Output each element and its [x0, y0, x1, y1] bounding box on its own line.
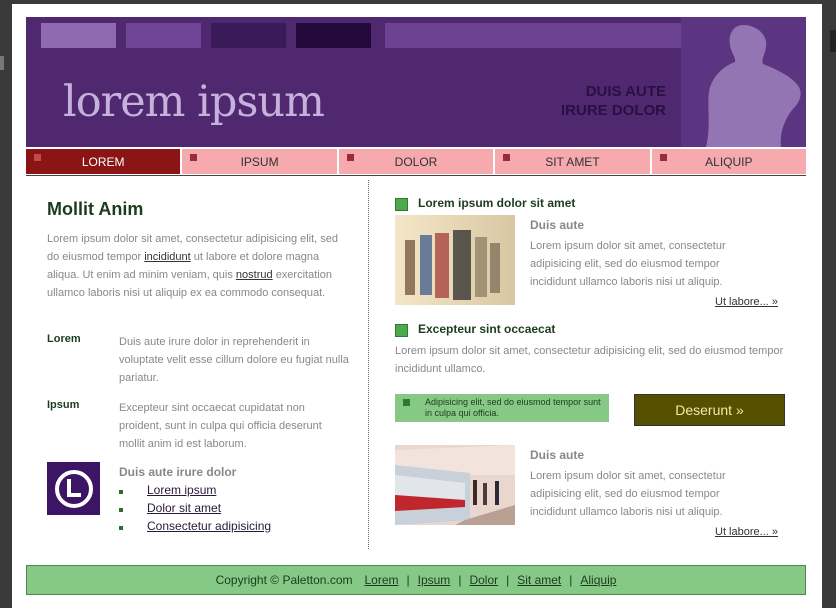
definition-term: Lorem — [47, 333, 81, 345]
note-text: Adipisicing elit, sed do eiusmod tempor … — [425, 397, 601, 418]
link-consectetur[interactable]: Consectetur adipisicing — [147, 519, 271, 533]
train-photo-image — [395, 445, 515, 525]
links-title: Duis aute irure dolor — [119, 465, 237, 479]
column-divider — [368, 180, 369, 549]
definition-ipsum: Ipsum Excepteur sint occaecat cupidatat … — [47, 399, 357, 459]
woman-silhouette-image — [681, 17, 806, 147]
nav-item-label: IPSUM — [240, 154, 279, 169]
site-header: lorem ipsum DUIS AUTE IRURE DOLOR — [26, 17, 806, 147]
nav-item-ipsum[interactable]: IPSUM — [182, 149, 337, 174]
footer-link-lorem[interactable]: Lorem — [364, 573, 398, 587]
header-color-block-3 — [211, 23, 286, 48]
clock-icon-tile — [47, 462, 100, 515]
window-edge-tab — [0, 56, 4, 70]
note-box: Adipisicing elit, sed do eiusmod tempor … — [395, 394, 609, 422]
footer-separator: | — [569, 573, 573, 587]
section-heading: Mollit Anim — [47, 199, 144, 219]
footer-link-aliquip[interactable]: Aliquip — [580, 573, 616, 587]
note-bullet-icon — [403, 399, 410, 406]
item-text-2: Lorem ipsum dolor sit amet, consectetur … — [530, 470, 726, 518]
intro-link-incididunt[interactable]: incididunt — [144, 251, 190, 263]
footer-separator: | — [506, 573, 510, 587]
item-title-1: Duis aute — [530, 218, 585, 232]
link-dolor-sit-amet[interactable]: Dolor sit amet — [147, 501, 221, 515]
nav-item-sit-amet[interactable]: SIT AMET — [495, 149, 650, 174]
nav-item-label: DOLOR — [394, 154, 438, 169]
crowd-photo-image — [395, 215, 515, 305]
definition-desc: Duis aute irure dolor in reprehenderit i… — [119, 336, 349, 384]
copyright-text: Copyright © Paletton.com — [215, 573, 353, 587]
nav-bullet-icon — [659, 154, 667, 161]
list-item: Consectetur adipisicing — [119, 519, 271, 537]
intro-paragraph: Lorem ipsum dolor sit amet, consectetur … — [47, 230, 347, 302]
deserunt-button[interactable]: Deserunt » — [634, 394, 785, 426]
footer-link-dolor[interactable]: Dolor — [469, 573, 498, 587]
list-item: Dolor sit amet — [119, 501, 271, 519]
page-canvas: lorem ipsum DUIS AUTE IRURE DOLOR LOREM … — [12, 4, 822, 608]
clock-icon — [54, 469, 93, 508]
nav-bullet-icon — [190, 154, 198, 161]
left-column: Mollit Anim Lorem ipsum dolor sit amet, … — [47, 199, 347, 302]
site-logo[interactable]: lorem ipsum — [63, 77, 325, 127]
section-2-text: Lorem ipsum dolor sit amet, consectetur … — [395, 345, 784, 375]
main-nav: LOREM IPSUM DOLOR SIT AMET ALIQUIP — [26, 149, 807, 174]
train-photo — [395, 445, 515, 525]
site-footer: Copyright © Paletton.com Lorem | Ipsum |… — [26, 565, 806, 595]
section-bullet-icon — [395, 198, 408, 211]
link-lorem-ipsum[interactable]: Lorem ipsum — [147, 483, 216, 497]
list-item: Lorem ipsum — [119, 483, 271, 501]
nav-item-dolor[interactable]: DOLOR — [338, 149, 494, 174]
header-color-block-4 — [296, 23, 371, 48]
nav-item-aliquip[interactable]: ALIQUIP — [651, 149, 807, 174]
footer-link-sit-amet[interactable]: Sit amet — [517, 573, 561, 587]
definition-term: Ipsum — [47, 399, 80, 411]
nav-item-label: SIT AMET — [545, 154, 600, 169]
slogan-line-1: DUIS AUTE — [585, 83, 666, 100]
read-more-link-2[interactable]: Ut labore... » — [715, 526, 778, 538]
nav-item-label: ALIQUIP — [705, 154, 753, 169]
header-color-block-1 — [41, 23, 116, 48]
footer-separator: | — [406, 573, 410, 587]
nav-bullet-icon — [34, 154, 41, 161]
window-edge-tab-right — [830, 30, 836, 52]
slogan-line-2: IRURE DOLOR — [561, 102, 666, 119]
nav-item-label: LOREM — [81, 154, 125, 169]
header-slogan: DUIS AUTE IRURE DOLOR — [561, 82, 666, 120]
read-more-link-1[interactable]: Ut labore... » — [715, 296, 778, 308]
header-color-block-2 — [126, 23, 201, 48]
link-list: Lorem ipsum Dolor sit amet Consectetur a… — [119, 483, 271, 537]
right-section-title-2: Excepteur sint occaecat — [418, 322, 556, 336]
right-section-title-1: Lorem ipsum dolor sit amet — [418, 196, 576, 210]
footer-link-ipsum[interactable]: Ipsum — [418, 573, 451, 587]
section-bullet-icon — [395, 324, 408, 337]
crowd-photo — [395, 215, 515, 305]
definition-lorem: Lorem Duis aute irure dolor in reprehend… — [47, 333, 357, 393]
nav-item-lorem[interactable]: LOREM — [26, 149, 181, 174]
footer-separator: | — [458, 573, 462, 587]
definition-desc: Excepteur sint occaecat cupidatat non pr… — [119, 402, 322, 450]
nav-underline — [26, 175, 806, 176]
nav-bullet-icon — [503, 154, 511, 161]
nav-bullet-icon — [346, 154, 354, 161]
item-text-1: Lorem ipsum dolor sit amet, consectetur … — [530, 240, 726, 288]
item-title-2: Duis aute — [530, 448, 585, 462]
intro-link-nostrud[interactable]: nostrud — [236, 269, 273, 281]
